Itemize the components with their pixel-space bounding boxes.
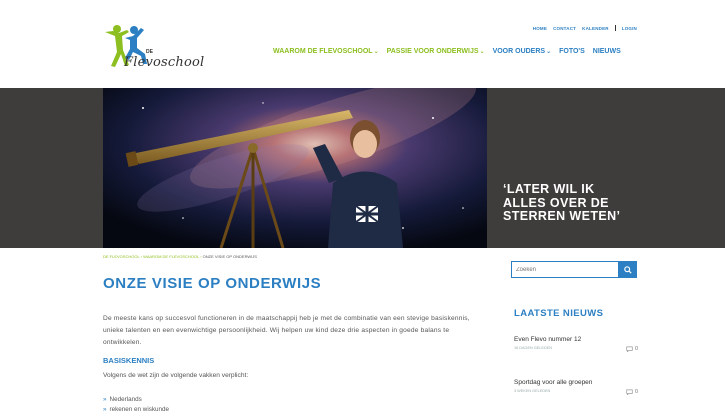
login-link[interactable]: LOGIN xyxy=(622,26,637,31)
list-item: » rekenen en wiskunde xyxy=(103,405,169,415)
chevron-down-icon: ⌄ xyxy=(373,49,379,55)
nav-item-nieuws[interactable]: NIEUWS xyxy=(593,48,621,55)
search-input[interactable] xyxy=(511,261,619,278)
utility-nav: HOME CONTACT KALENDER LOGIN xyxy=(533,25,637,31)
breadcrumb-separator: › xyxy=(140,254,142,259)
nav-item-fotos[interactable]: FOTO'S xyxy=(559,48,585,55)
nav-item-waarom[interactable]: WAAROM DE FLEVOSCHOOL⌄ xyxy=(273,48,379,55)
section-text: Volgens de wet zijn de volgende vakken v… xyxy=(103,372,249,379)
topnav-contact-link[interactable]: CONTACT xyxy=(553,26,576,31)
comment-count: 0 xyxy=(626,389,638,395)
news-title: Sportdag voor alle groepen xyxy=(514,379,593,386)
breadcrumb: DE FLEVOSCHOOL › WAAROM DE FLEVOSCHOOL ›… xyxy=(103,254,257,259)
news-item[interactable]: Even Flevo nummer 12 16 DAGEN GELEDEN 0 xyxy=(514,336,638,352)
subject-list: » Nederlands » rekenen en wiskunde xyxy=(103,395,169,414)
comment-count: 0 xyxy=(626,346,638,352)
logo-wordmark: Flevoschool xyxy=(124,55,205,70)
subject-label: rekenen en wiskunde xyxy=(109,405,170,413)
page-title: ONZE VISIE OP ONDERWIJS xyxy=(103,275,322,292)
hero-quote: ‘LATER WIL IK ALLES OVER DE STERREN WETE… xyxy=(503,182,621,223)
bullet-icon: » xyxy=(103,396,107,403)
news-item[interactable]: Sportdag voor alle groepen 3 WEKEN GELED… xyxy=(514,379,638,395)
bullet-icon: » xyxy=(103,405,107,413)
nav-item-passie[interactable]: PASSIE VOOR ONDERWIJS⌄ xyxy=(387,48,485,55)
nav-item-label: VOOR OUDERS xyxy=(492,48,546,55)
hero-image xyxy=(103,88,487,248)
news-heading: LAATSTE NIEUWS xyxy=(514,308,604,319)
search-button[interactable] xyxy=(619,261,637,278)
comment-icon xyxy=(626,346,633,352)
breadcrumb-waarom-link[interactable]: WAAROM DE FLEVOSCHOOL xyxy=(143,254,199,259)
subject-label: Nederlands xyxy=(109,396,142,403)
chevron-down-icon: ⌄ xyxy=(479,49,485,55)
topnav-home-link[interactable]: HOME xyxy=(533,26,547,31)
search-form xyxy=(511,261,637,280)
breadcrumb-separator: › xyxy=(200,254,202,259)
section-heading: BASISKENNIS xyxy=(103,356,155,365)
comment-count-value: 0 xyxy=(634,389,638,395)
topnav-divider xyxy=(614,25,616,31)
news-date: 16 DAGEN GELEDEN xyxy=(514,346,552,350)
intro-paragraph: De meeste kans op succesvol functioneren… xyxy=(103,314,470,346)
list-item: » Nederlands xyxy=(103,395,169,405)
hero-banner: ‘LATER WIL IK ALLES OVER DE STERREN WETE… xyxy=(0,88,725,248)
breadcrumb-current: ONZE VISIE OP ONDERWIJS xyxy=(202,254,257,259)
nav-item-ouders[interactable]: VOOR OUDERS⌄ xyxy=(493,48,552,55)
comment-icon xyxy=(626,389,633,395)
search-icon xyxy=(624,265,632,274)
news-date: 3 WEKEN GELEDEN xyxy=(514,389,551,393)
nav-item-label: FOTO'S xyxy=(559,48,585,55)
comment-count-value: 0 xyxy=(634,346,638,352)
news-title: Even Flevo nummer 12 xyxy=(514,336,582,343)
nav-item-label: WAAROM DE FLEVOSCHOOL xyxy=(273,48,373,55)
topnav-kalender-link[interactable]: KALENDER xyxy=(582,26,609,31)
main-nav: WAAROM DE FLEVOSCHOOL⌄ PASSIE VOOR ONDER… xyxy=(273,48,621,55)
chevron-down-icon: ⌄ xyxy=(546,49,552,55)
breadcrumb-home-link[interactable]: DE FLEVOSCHOOL xyxy=(103,254,140,259)
nav-item-label: NIEUWS xyxy=(592,48,621,55)
nav-item-label: PASSIE VOOR ONDERWIJS xyxy=(386,48,479,55)
